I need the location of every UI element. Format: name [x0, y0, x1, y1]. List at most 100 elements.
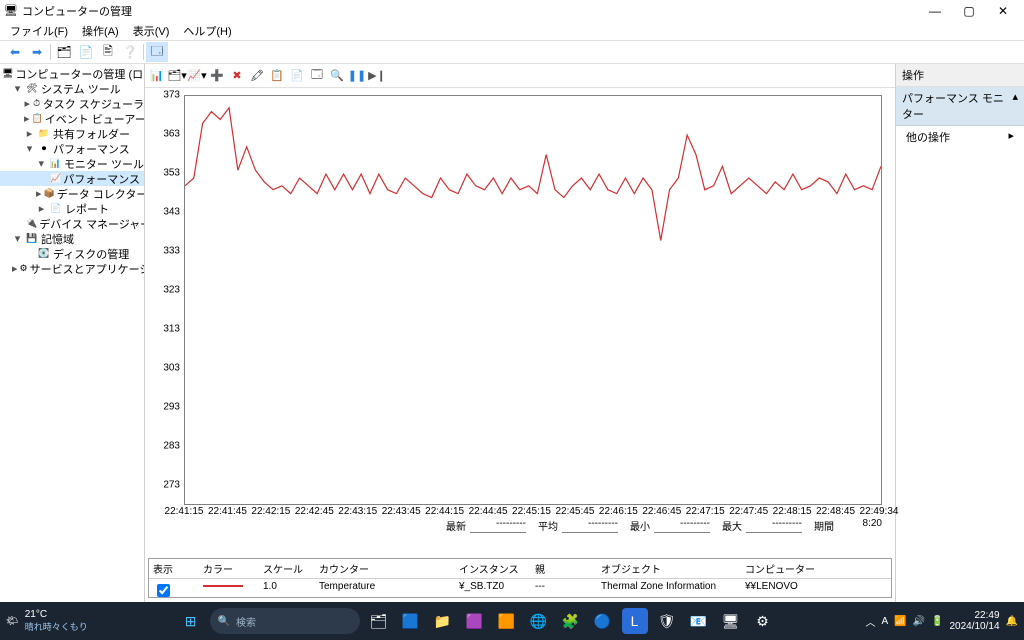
chart-stats: 最新--------- 平均 --------- 最小 --------- 最大… — [184, 518, 882, 533]
tree-item[interactable]: ▾ 📊 モニター ツール — [0, 156, 144, 171]
tree-item[interactable]: 🔌 デバイス マネージャー — [0, 216, 144, 231]
tree-twisty-icon[interactable]: ▸ — [36, 187, 42, 200]
tree-item[interactable]: ▾ 🛠 システム ツール — [0, 81, 144, 96]
col-scale[interactable]: スケール — [259, 559, 315, 578]
tree-node-icon: 📁 — [37, 128, 51, 140]
properties-button[interactable]: 📄 — [75, 42, 97, 62]
freeze-button[interactable]: ❚❚ — [347, 66, 367, 86]
taskbar-search[interactable]: 🔍 検索 — [210, 608, 360, 634]
volume-icon[interactable]: 🔊 — [913, 616, 925, 627]
ime-icon[interactable]: A — [881, 616, 888, 627]
view-current-button[interactable]: 📊 — [147, 66, 167, 86]
taskbar-clock[interactable]: 22:49 2024/10/14 — [949, 610, 999, 632]
minimize-button[interactable]: — — [918, 0, 952, 22]
export-button[interactable]: 🖹 — [97, 42, 119, 62]
update-button[interactable]: ▶❙ — [367, 66, 387, 86]
tree-twisty-icon[interactable]: ▸ — [24, 112, 30, 125]
task-view-button[interactable]: 🗂 — [366, 608, 392, 634]
legend-row[interactable]: 1.0 Temperature ¥_SB.TZ0 --- Thermal Zon… — [149, 579, 891, 602]
wifi-icon[interactable]: 📶 — [894, 616, 906, 627]
tree-item[interactable]: ▸ 📋 イベント ビューアー — [0, 111, 144, 126]
counter-legend-table[interactable]: 表示 カラー スケール カウンター インスタンス 親 オブジェクト コンピュータ… — [148, 558, 892, 598]
tree-item[interactable]: ▸ ⚙ サービスとアプリケーション — [0, 261, 144, 276]
app-icon-6[interactable]: 🔵 — [590, 608, 616, 634]
copy-props-button[interactable]: 📋 — [267, 66, 287, 86]
tree-item[interactable]: 💽 ディスクの管理 — [0, 246, 144, 261]
app-icon-3[interactable]: 🟪 — [462, 608, 488, 634]
tree-item[interactable]: ▸ 📦 データ コレクター セット — [0, 186, 144, 201]
help-button[interactable]: ❔ — [119, 42, 141, 62]
tree-node-label: システム ツール — [41, 81, 121, 97]
col-color[interactable]: カラー — [199, 559, 259, 578]
forward-button[interactable]: ➡ — [26, 42, 48, 62]
app-icon-1[interactable]: 🟦 — [398, 608, 424, 634]
tree-twisty-icon[interactable]: ▸ — [36, 202, 47, 215]
maximize-button[interactable]: ▢ — [952, 0, 986, 22]
y-tick-label: 333 — [148, 246, 180, 257]
delete-counter-button[interactable]: ✖ — [227, 66, 247, 86]
menu-action[interactable]: 操作(A) — [76, 22, 125, 40]
tree-item[interactable]: ▸ ⏱ タスク スケジューラ — [0, 96, 144, 111]
close-button[interactable]: ✕ — [986, 0, 1020, 22]
actions-other[interactable]: 他の操作▸ — [896, 126, 1024, 148]
app-icon-8[interactable]: 🛡 — [654, 608, 680, 634]
battery-icon[interactable]: 🔋 — [931, 616, 943, 627]
tree-item[interactable]: ▸ 📁 共有フォルダー — [0, 126, 144, 141]
app-icon-2[interactable]: 📁 — [430, 608, 456, 634]
tree-twisty-icon[interactable]: ▸ — [24, 127, 35, 140]
y-tick-label: 363 — [148, 129, 180, 140]
y-tick-label: 323 — [148, 285, 180, 296]
refresh-button[interactable]: 🗔 — [146, 42, 168, 62]
col-object[interactable]: オブジェクト — [597, 559, 741, 578]
navigation-tree[interactable]: 🖥 コンピューターの管理 (ローカル)▾ 🛠 システム ツール▸ ⏱ タスク ス… — [0, 64, 145, 602]
tree-twisty-icon[interactable]: ▸ — [24, 97, 30, 110]
tree-twisty-icon[interactable]: ▾ — [24, 142, 35, 155]
app-icon-4[interactable]: 🟧 — [494, 608, 520, 634]
col-instance[interactable]: インスタンス — [455, 559, 531, 578]
tree-node-label: 記憶域 — [41, 231, 74, 247]
tree-twisty-icon[interactable]: ▾ — [36, 157, 47, 170]
mmc-toolbar: ⬅ ➡ 🗂 📄 🖹 ❔ 🗔 — [0, 40, 1024, 64]
tree-node-icon: 🖥 — [2, 68, 13, 80]
col-computer[interactable]: コンピューター — [741, 559, 891, 578]
back-button[interactable]: ⬅ — [4, 42, 26, 62]
view-log-button[interactable]: 🗂▾ — [167, 66, 187, 86]
taskbar-weather[interactable]: 🌤 21°C 晴れ時々くもり — [6, 609, 88, 633]
col-parent[interactable]: 親 — [531, 559, 597, 578]
show-hide-tree-button[interactable]: 🗂 — [53, 42, 75, 62]
edge-icon[interactable]: 🌐 — [526, 608, 552, 634]
tree-item[interactable]: ▾ 💾 記憶域 — [0, 231, 144, 246]
paste-props-button[interactable]: 📄 — [287, 66, 307, 86]
notifications-icon[interactable]: 🔔 — [1006, 616, 1018, 627]
col-counter[interactable]: カウンター — [315, 559, 455, 578]
highlight-button[interactable]: 🖍 — [247, 66, 267, 86]
chart-type-button[interactable]: 📈▾ — [187, 66, 207, 86]
legend-show-checkbox[interactable] — [157, 584, 170, 597]
actions-group[interactable]: パフォーマンス モニター▴ — [896, 87, 1024, 126]
menu-help[interactable]: ヘルプ(H) — [177, 22, 237, 40]
x-tick-label: 22:41:45 — [208, 506, 247, 517]
app-icon-11[interactable]: ⚙ — [750, 608, 776, 634]
menu-file[interactable]: ファイル(F) — [4, 22, 74, 40]
x-tick-label: 22:42:15 — [251, 506, 290, 517]
taskbar[interactable]: 🌤 21°C 晴れ時々くもり ⊞ 🔍 検索 🗂 🟦 📁 🟪 🟧 🌐 🧩 🔵 L … — [0, 602, 1024, 640]
zoom-button[interactable]: 🔍 — [327, 66, 347, 86]
app-icon-7[interactable]: L — [622, 608, 648, 634]
tree-item[interactable]: ▾ ⏺ パフォーマンス — [0, 141, 144, 156]
app-icon-10[interactable]: 🖥 — [718, 608, 744, 634]
tree-item[interactable]: 📈 パフォーマンス モニタ — [0, 171, 144, 186]
tray-chevron-icon[interactable]: ︿ — [865, 614, 875, 629]
tree-twisty-icon[interactable]: ▾ — [12, 232, 23, 245]
x-tick-label: 22:44:45 — [469, 506, 508, 517]
app-icon-9[interactable]: 📧 — [686, 608, 712, 634]
add-counter-button[interactable]: ➕ — [207, 66, 227, 86]
app-icon-5[interactable]: 🧩 — [558, 608, 584, 634]
menu-view[interactable]: 表示(V) — [127, 22, 176, 40]
tree-twisty-icon[interactable]: ▸ — [12, 262, 18, 275]
properties2-button[interactable]: 🗔 — [307, 66, 327, 86]
tree-item[interactable]: ▸ 📄 レポート — [0, 201, 144, 216]
tree-item[interactable]: 🖥 コンピューターの管理 (ローカル) — [0, 66, 144, 81]
col-show[interactable]: 表示 — [149, 559, 199, 578]
start-button[interactable]: ⊞ — [178, 608, 204, 634]
tree-twisty-icon[interactable]: ▾ — [12, 82, 23, 95]
